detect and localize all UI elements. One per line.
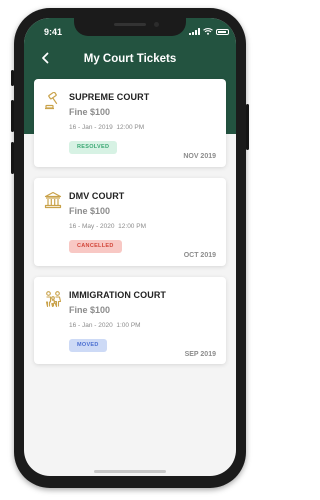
volume-down-button: [11, 142, 14, 174]
status-badge-resolved: RESOLVED: [69, 141, 118, 154]
mute-switch: [11, 70, 14, 86]
page-title: My Court Tickets: [83, 53, 177, 65]
courthouse-icon: [44, 191, 62, 209]
court-name: SUPREME COURT: [69, 92, 150, 102]
hearing-datetime: 16 - Jan - 2019 12:00 PM: [69, 124, 144, 131]
hearing-time: 1:00 PM: [116, 322, 141, 329]
hearing-date: 16 - Jan - 2019: [69, 124, 113, 131]
wifi-icon: [203, 28, 213, 35]
speaker: [114, 23, 146, 26]
ticket-month: SEP 2019: [184, 351, 216, 358]
volume-up-button: [11, 100, 14, 132]
ticket-card-supreme[interactable]: SUPREME COURT Fine $100 16 - Jan - 2019 …: [34, 79, 226, 167]
signal-icon: [189, 28, 200, 35]
hearing-time: 12:00 PM: [118, 223, 146, 230]
hearing-time: 12:00 PM: [116, 124, 145, 131]
fine-amount: Fine $100: [69, 107, 111, 117]
court-name: IMMIGRATION COURT: [69, 290, 167, 300]
fine-amount: Fine $100: [69, 305, 111, 315]
hearing-datetime: 16 - May - 2020 12:00 PM: [69, 223, 146, 230]
status-time: 9:41: [44, 27, 63, 37]
ticket-card-dmv[interactable]: DMV COURT Fine $100 16 - May - 2020 12:0…: [34, 178, 226, 266]
gavel-icon: [45, 92, 58, 110]
battery-icon: [216, 28, 229, 35]
front-camera: [154, 22, 159, 27]
fine-amount: Fine $100: [69, 206, 111, 216]
status-icons: [189, 27, 229, 36]
family-icon: [45, 291, 62, 308]
ticket-month: NOV 2019: [183, 153, 216, 160]
home-indicator[interactable]: [94, 470, 166, 473]
ticket-month: OCT 2019: [183, 252, 216, 259]
notch: [74, 18, 186, 36]
app-screen: 9:41 My Court Tickets SUPREME COURT Fine…: [24, 18, 236, 476]
status-badge-moved: MOVED: [69, 339, 107, 352]
status-badge-cancelled: CANCELLED: [69, 240, 122, 253]
court-name: DMV COURT: [69, 191, 125, 201]
hearing-date: 16 - Jan - 2020: [69, 322, 113, 329]
hearing-datetime: 16 - Jan - 2020 1:00 PM: [69, 322, 141, 329]
ticket-card-immigration[interactable]: IMMIGRATION COURT Fine $100 16 - Jan - 2…: [34, 277, 226, 364]
power-button: [246, 104, 249, 150]
hearing-date: 16 - May - 2020: [69, 223, 115, 230]
